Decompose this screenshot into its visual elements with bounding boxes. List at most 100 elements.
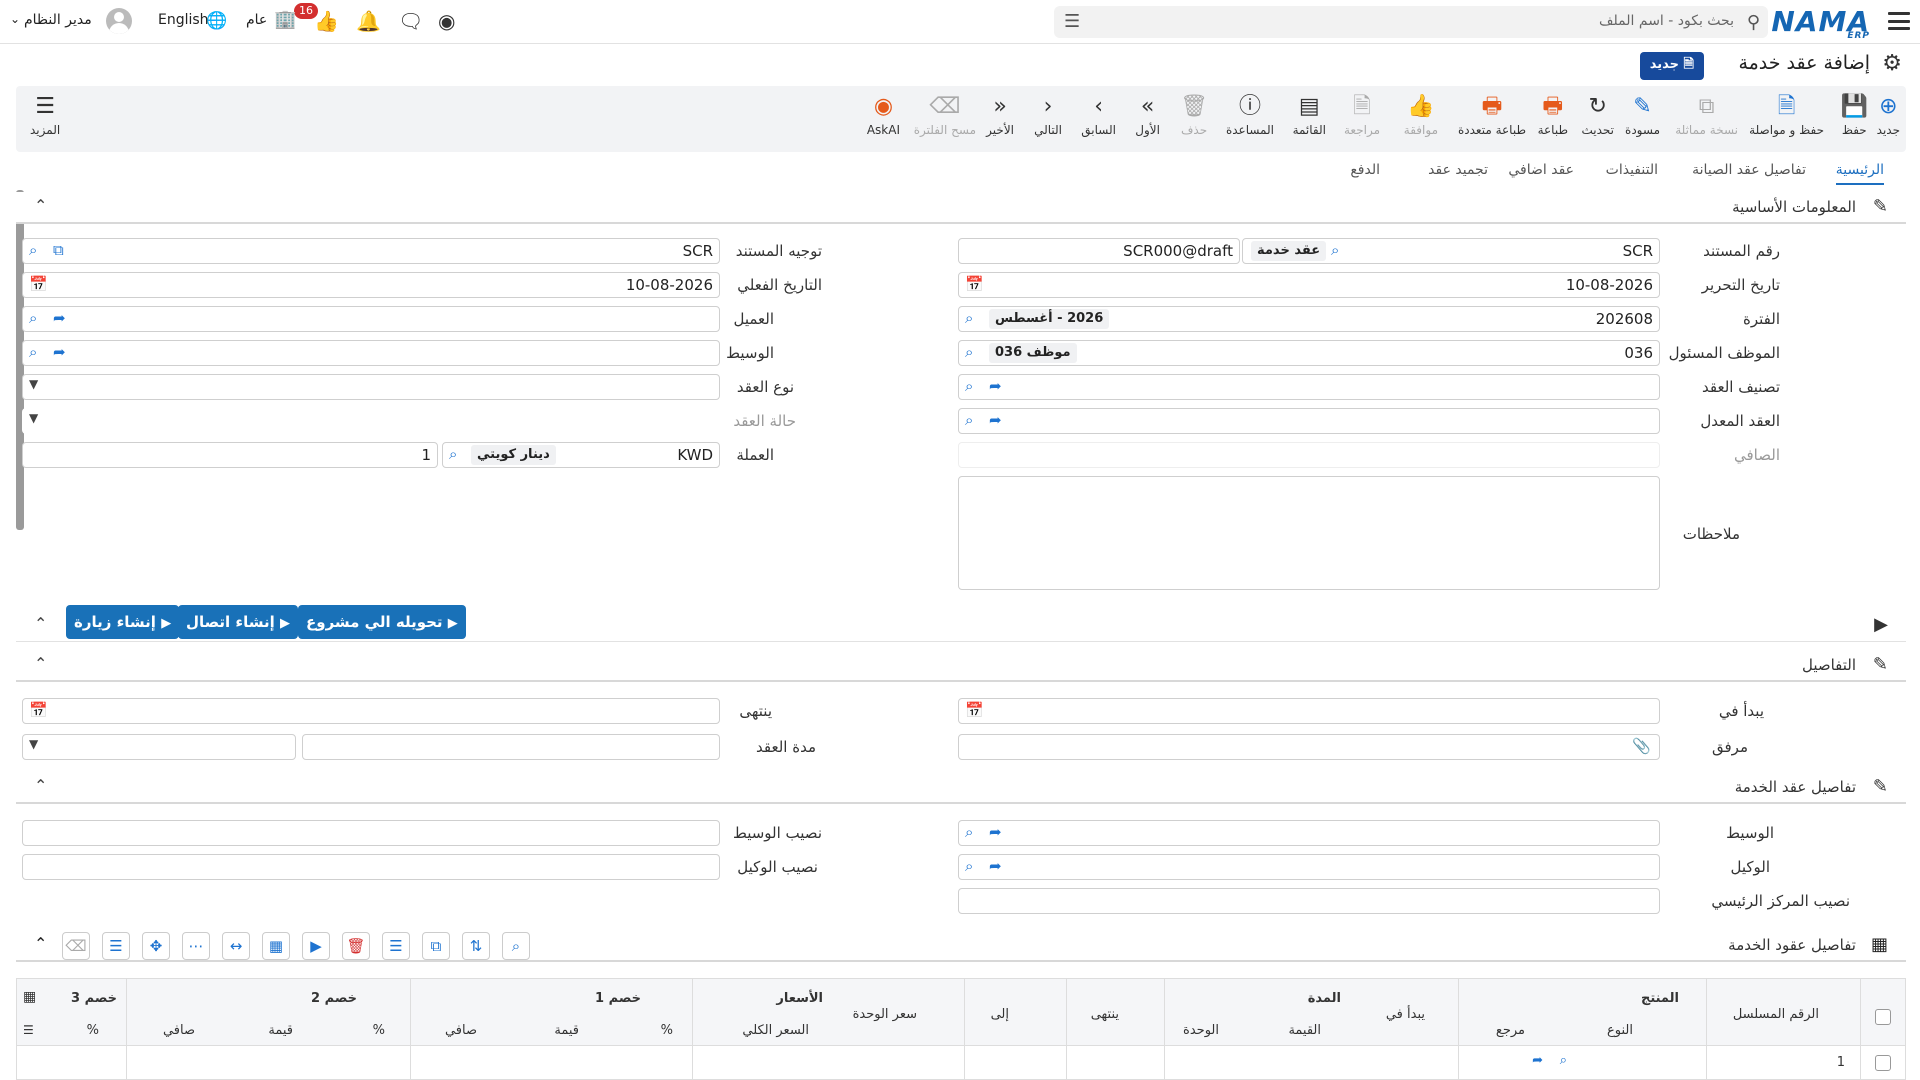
calendar-icon[interactable]: 📅 xyxy=(965,275,984,293)
start-date-field[interactable]: 📅 xyxy=(958,698,1660,724)
modified-contract-field[interactable]: ⌕ ➦ xyxy=(958,408,1660,434)
lookup-icon[interactable]: ⌕ xyxy=(965,823,973,841)
first-button[interactable]: » الأول xyxy=(1135,94,1160,137)
open-link-icon[interactable]: ➦ xyxy=(989,377,1002,395)
lookup-icon[interactable]: ⌕ xyxy=(1331,241,1339,259)
col-start[interactable]: يبدأ في xyxy=(1386,1007,1425,1022)
grid-sort-icon[interactable]: ⇅ xyxy=(462,932,490,960)
doc-draft-field[interactable]: SCR000@draft xyxy=(958,238,1240,264)
col-total-price[interactable]: السعر الكلي xyxy=(742,1023,809,1038)
review-button[interactable]: 🗎 مراجعة xyxy=(1344,94,1380,137)
col-d2-net[interactable]: صافي xyxy=(163,1023,195,1038)
period-field[interactable]: 202608 2026 - أغسطس ⌕ xyxy=(958,306,1660,332)
building-icon[interactable]: 🏢 xyxy=(274,9,296,30)
col-serial[interactable]: الرقم المسلسل xyxy=(1733,1007,1819,1022)
lookup-icon[interactable]: ⌕ xyxy=(965,411,973,429)
save-continue-button[interactable]: 🗎 حفظ و مواصلة xyxy=(1749,94,1824,137)
collapse-icon[interactable]: ⌃ xyxy=(34,654,47,673)
print-button[interactable]: 🖶 طباعة xyxy=(1538,94,1568,137)
routing-field[interactable]: SCR ⌕ ⧉ xyxy=(22,238,720,264)
lookup-icon[interactable]: ⌕ xyxy=(29,309,37,327)
tab-payment[interactable]: الدفع xyxy=(1350,162,1380,178)
refresh-button[interactable]: ↻ تحديث xyxy=(1581,94,1614,137)
notes-field[interactable] xyxy=(958,476,1660,590)
user-menu[interactable]: مدير النظام xyxy=(24,12,92,28)
collapse-icon[interactable]: ⌃ xyxy=(34,614,47,633)
grid-filter-icon[interactable]: ☰ xyxy=(102,932,130,960)
col-unit[interactable]: الوحدة xyxy=(1183,1023,1219,1038)
currency-field[interactable]: KWD دينار كويتي ⌕ xyxy=(442,442,720,468)
lookup-icon[interactable]: ⌕ xyxy=(29,343,37,361)
lookup-icon[interactable]: ⌕ xyxy=(965,377,973,395)
tab-maintenance[interactable]: تفاصيل عقد الصيانة xyxy=(1692,162,1806,178)
lookup-icon[interactable]: ⌕ xyxy=(965,857,973,875)
open-link-icon[interactable]: ➦ xyxy=(1532,1053,1543,1068)
draft-button[interactable]: ✎ مسودة xyxy=(1625,94,1660,137)
tab-extra-contract[interactable]: عقد اضافي xyxy=(1508,162,1574,178)
grid-filter-icon[interactable]: ☰ xyxy=(23,1023,34,1037)
ai-assistant-icon[interactable]: ◉ xyxy=(438,9,455,33)
grid-dots-icon[interactable]: ⋯ xyxy=(182,932,210,960)
filter-icon[interactable]: ☰ xyxy=(1064,11,1080,32)
prev-button[interactable]: › السابق xyxy=(1081,94,1116,137)
help-button[interactable]: ⓘ المساعدة xyxy=(1226,94,1274,137)
col-end[interactable]: ينتهى xyxy=(1091,1007,1119,1022)
approve-button[interactable]: 👍 موافقة xyxy=(1404,94,1438,137)
doc-no-field[interactable]: SCR عقد خدمة ⌕ xyxy=(1242,238,1660,264)
delete-button[interactable]: 🗑 حذف xyxy=(1180,94,1208,137)
edit-date-field[interactable]: 10-08-2026 📅 xyxy=(958,272,1660,298)
open-link-icon[interactable]: ➦ xyxy=(53,309,66,327)
more-button[interactable]: ☰ المزيد xyxy=(30,94,60,137)
tab-main[interactable]: الرئيسية xyxy=(1835,162,1884,185)
bell-icon[interactable]: 🔔 xyxy=(356,9,381,33)
collapse-icon[interactable]: ⌃ xyxy=(34,934,47,953)
create-visit-button[interactable]: ▶ إنشاء زيارة xyxy=(66,605,180,639)
grid-run-icon[interactable]: ▶ xyxy=(302,932,330,960)
svc-broker-field[interactable]: ⌕ ➦ xyxy=(958,820,1660,846)
open-link-icon[interactable]: ➦ xyxy=(989,823,1002,841)
agent-field[interactable]: ⌕ ➦ xyxy=(958,854,1660,880)
next-button[interactable]: ‹ التالي xyxy=(1034,94,1062,137)
grid-delete-icon[interactable]: 🗑 xyxy=(342,932,370,960)
chat-icon[interactable]: 🗨 xyxy=(398,9,423,33)
calendar-icon[interactable]: 📅 xyxy=(965,701,984,719)
grid-fit-icon[interactable]: ↔ xyxy=(222,932,250,960)
contract-class-field[interactable]: ⌕ ➦ xyxy=(958,374,1660,400)
open-link-icon[interactable]: ➦ xyxy=(989,411,1002,429)
broker-field[interactable]: ⌕ ➦ xyxy=(22,340,720,366)
grid-move-icon[interactable]: ✥ xyxy=(142,932,170,960)
tab-executions[interactable]: التنفيذات xyxy=(1606,162,1658,178)
col-d1-percent[interactable]: % xyxy=(661,1023,673,1038)
last-button[interactable]: «الأخير xyxy=(986,94,1014,137)
broker-share-field[interactable] xyxy=(22,820,720,846)
actual-date-field[interactable]: 10-08-2026 📅 xyxy=(22,272,720,298)
grid-clear-filter-icon[interactable]: ⌫ xyxy=(62,932,90,960)
chevron-down-icon[interactable]: ⌄ xyxy=(10,12,20,26)
exchange-rate-field[interactable]: 1 xyxy=(22,442,438,468)
grid-copy-icon[interactable]: ⧉ xyxy=(422,932,450,960)
lookup-icon[interactable]: ⌕ xyxy=(965,309,973,327)
contract-status-select[interactable]: ▼ xyxy=(22,408,720,434)
lookup-icon[interactable]: ⌕ xyxy=(449,445,457,463)
collapse-icon[interactable]: ⌃ xyxy=(34,776,47,795)
grid-search-icon[interactable]: ⌕ xyxy=(502,932,530,960)
external-link-icon[interactable]: ⧉ xyxy=(53,241,64,259)
convert-project-button[interactable]: ▶ تحويله الي مشروع xyxy=(298,605,466,639)
attachment-field[interactable]: 📎 xyxy=(958,734,1660,760)
open-link-icon[interactable]: ➦ xyxy=(53,343,66,361)
contract-type-select[interactable]: ▼ xyxy=(22,374,720,400)
col-d2-percent[interactable]: % xyxy=(373,1023,385,1038)
new-button[interactable]: ⊕ جديد xyxy=(1877,94,1900,137)
col-d1-net[interactable]: صافي xyxy=(445,1023,477,1038)
print-multi-button[interactable]: 🖶 طباعة متعددة xyxy=(1458,94,1526,137)
scope-label[interactable]: عام xyxy=(246,12,267,28)
open-link-icon[interactable]: ➦ xyxy=(989,857,1002,875)
avatar[interactable] xyxy=(106,8,132,34)
paperclip-icon[interactable]: 📎 xyxy=(1632,737,1651,755)
grid-settings-icon[interactable]: ▦ xyxy=(23,989,36,1005)
search-input[interactable]: بحث بكود - اسم الملف xyxy=(1599,13,1734,29)
create-call-button[interactable]: ▶ إنشاء اتصال xyxy=(178,605,298,639)
duration-unit-select[interactable]: ▼ xyxy=(22,734,296,760)
calendar-icon[interactable]: 📅 xyxy=(29,701,48,719)
row-checkbox[interactable] xyxy=(1875,1055,1891,1071)
